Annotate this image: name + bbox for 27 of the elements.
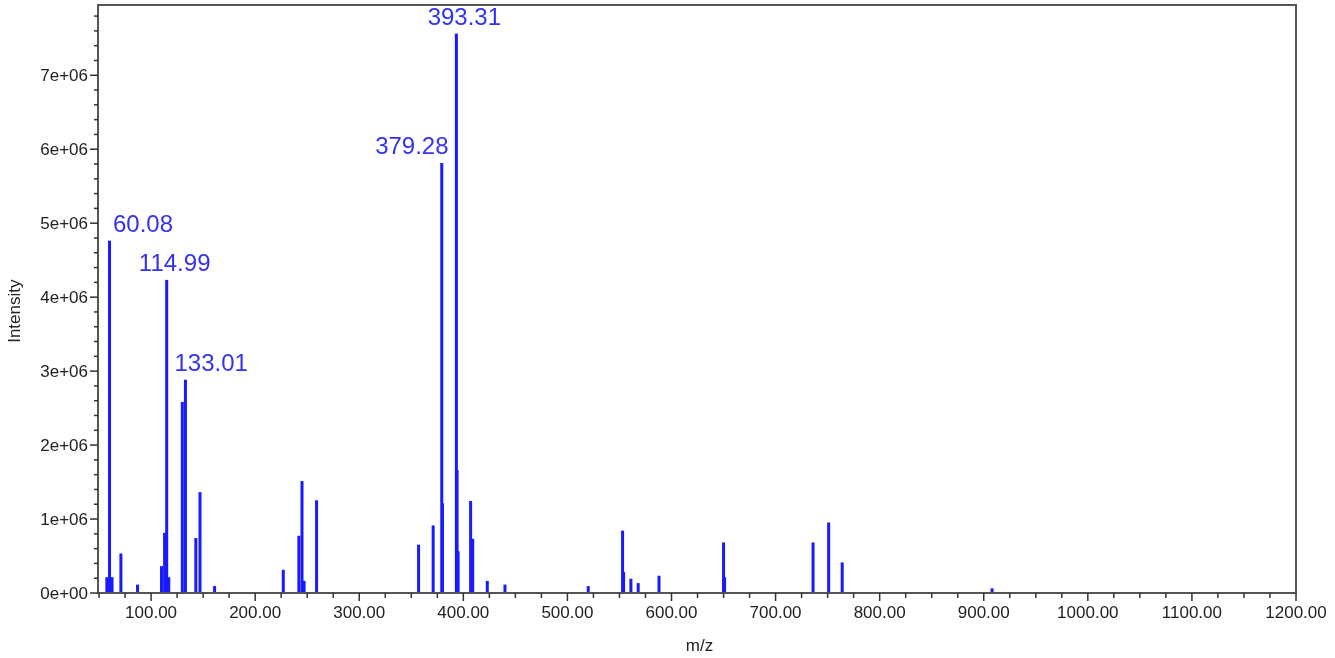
x-tick-label: 200.00 bbox=[229, 603, 282, 622]
peak-label: 393.31 bbox=[427, 2, 502, 30]
x-tick-label: 500.00 bbox=[541, 603, 594, 622]
x-tick-label: 1200.00 bbox=[1265, 603, 1327, 622]
x-tick-label: 800.00 bbox=[853, 603, 906, 622]
peak-label: 379.28 bbox=[375, 132, 449, 159]
y-tick-label: 7e+06 bbox=[40, 66, 88, 86]
y-tick-label: 6e+06 bbox=[40, 140, 88, 160]
y-tick-label: 1e+06 bbox=[40, 510, 88, 530]
y-tick-label: 5e+06 bbox=[40, 214, 88, 234]
x-tick-label: 400.00 bbox=[437, 603, 490, 622]
y-axis-title: Intensity bbox=[5, 279, 24, 343]
y-tick-label: 3e+06 bbox=[40, 362, 88, 382]
peak-label: 133.01 bbox=[174, 348, 248, 376]
x-tick-label: 1100.00 bbox=[1161, 603, 1222, 622]
x-tick-label: 900.00 bbox=[957, 603, 1010, 622]
x-axis-title: m/z bbox=[685, 636, 714, 655]
x-tick-label: 100.00 bbox=[125, 603, 178, 622]
x-tick-label: 600.00 bbox=[645, 603, 698, 622]
peak-label: 60.08 bbox=[112, 209, 174, 237]
y-tick-label: 0e+00 bbox=[40, 584, 88, 603]
x-tick-label: 1000.00 bbox=[1057, 603, 1119, 622]
y-tick-label: 4e+06 bbox=[40, 288, 88, 308]
y-tick-label: 2e+06 bbox=[40, 436, 88, 456]
x-tick-label: 700.00 bbox=[749, 603, 802, 622]
peak-label: 114.99 bbox=[138, 248, 211, 276]
x-tick-label: 300.00 bbox=[333, 603, 386, 622]
